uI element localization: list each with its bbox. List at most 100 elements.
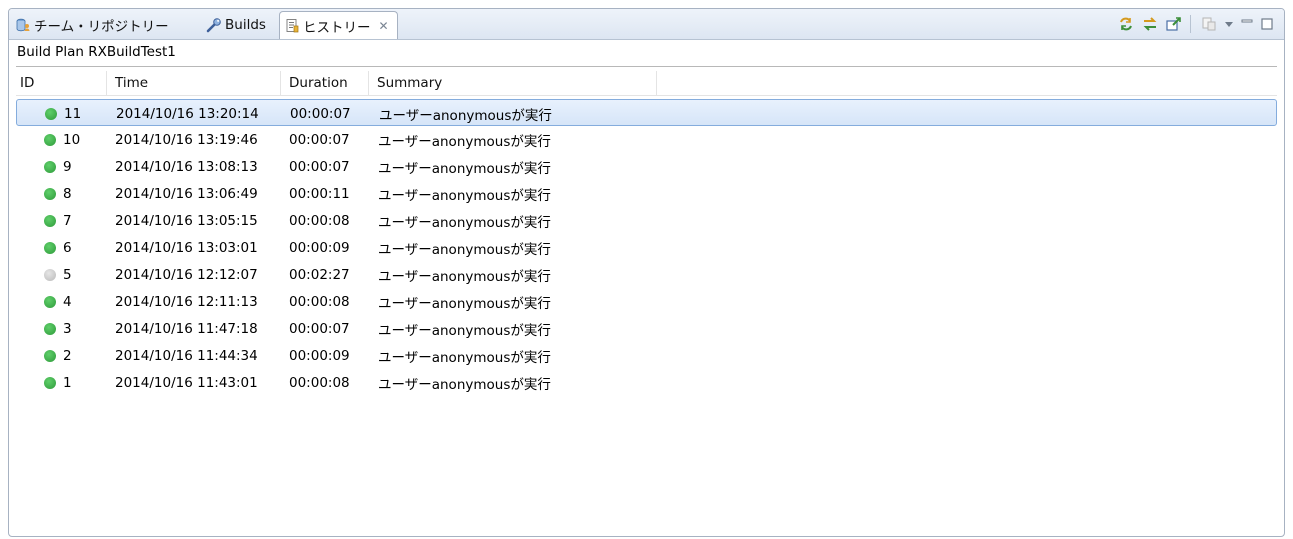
build-id: 11: [64, 105, 82, 122]
wrench-icon: [206, 17, 222, 33]
table-header: ID Time Duration Summary: [16, 71, 1277, 96]
cell-id: 1: [44, 369, 72, 396]
table-row[interactable]: 7 2014/10/16 13:05:15 00:00:08 ユーザーanonymou…: [16, 207, 1277, 234]
table-row[interactable]: 8 2014/10/16 13:06:49 00:00:11 ユーザーanonymou…: [16, 180, 1277, 207]
disabled-action-icon[interactable]: [1198, 14, 1220, 34]
build-plan-label: Build Plan RXBuildTest1: [17, 44, 176, 60]
cell-duration: 00:00:08: [289, 293, 350, 310]
build-success-icon: [44, 160, 56, 173]
history-table: ID Time Duration Summary 11 2014/10/16 13…: [16, 71, 1277, 532]
cell-summary: ユーザーanonymousが実行: [378, 187, 551, 204]
cell-id: 8: [44, 180, 72, 207]
history-icon: [284, 18, 300, 34]
table-row[interactable]: 1 2014/10/16 11:43:01 00:00:08 ユーザーanonymou…: [16, 369, 1277, 396]
cell-id: 7: [44, 207, 72, 234]
build-id: 9: [63, 158, 72, 175]
column-header-filler: [657, 71, 1277, 95]
sync-icon[interactable]: [1139, 14, 1161, 34]
cell-time: 2014/10/16 13:05:15: [115, 212, 258, 229]
cell-duration: 00:00:07: [290, 105, 351, 122]
cell-summary: ユーザーanonymousが実行: [378, 214, 551, 231]
build-id: 5: [63, 266, 72, 283]
export-icon[interactable]: [1163, 14, 1185, 34]
build-id: 3: [63, 320, 72, 337]
build-success-icon: [44, 133, 56, 146]
build-id: 7: [63, 212, 72, 229]
table-row[interactable]: 5 2014/10/16 12:12:07 00:02:27 ユーザーanonymou…: [16, 261, 1277, 288]
cell-time: 2014/10/16 13:06:49: [115, 185, 258, 202]
view-toolbar: [1113, 13, 1276, 35]
tab-builds[interactable]: Builds: [206, 11, 266, 38]
cell-summary: ユーザーanonymousが実行: [378, 268, 551, 285]
table-row[interactable]: 9 2014/10/16 13:08:13 00:00:07 ユーザーanonymou…: [16, 153, 1277, 180]
cell-id: 6: [44, 234, 72, 261]
cell-duration: 00:00:08: [289, 374, 350, 391]
cell-id: 11: [45, 100, 81, 127]
tab-label: チーム・リポジトリー: [34, 18, 169, 35]
build-success-icon: [44, 214, 56, 227]
build-success-icon: [44, 187, 56, 200]
build-id: 4: [63, 293, 72, 310]
build-success-icon: [44, 241, 56, 254]
cell-duration: 00:00:09: [289, 239, 350, 256]
column-header-duration[interactable]: Duration: [281, 71, 369, 95]
build-id: 6: [63, 239, 72, 256]
table-row[interactable]: 11 2014/10/16 13:20:14 00:00:07 ユーザーanonymo…: [16, 99, 1277, 126]
table-row[interactable]: 3 2014/10/16 11:47:18 00:00:07 ユーザーanonymou…: [16, 315, 1277, 342]
cell-duration: 00:02:27: [289, 266, 350, 283]
build-success-icon: [44, 322, 56, 335]
cell-summary: ユーザーanonymousが実行: [378, 241, 551, 258]
cell-id: 10: [44, 126, 80, 153]
cell-summary: ユーザーanonymousが実行: [379, 107, 552, 124]
cell-time: 2014/10/16 13:03:01: [115, 239, 258, 256]
build-id: 2: [63, 347, 72, 364]
cell-id: 9: [44, 153, 72, 180]
team-repository-icon: [15, 17, 31, 33]
cell-time: 2014/10/16 11:43:01: [115, 374, 258, 391]
tab-team-repository[interactable]: チーム・リポジトリー: [15, 11, 169, 38]
view-tab-bar: チーム・リポジトリー Builds ヒストリー ✕: [9, 9, 1284, 40]
cell-id: 2: [44, 342, 72, 369]
cell-duration: 00:00:07: [289, 131, 350, 148]
cell-time: 2014/10/16 12:11:13: [115, 293, 258, 310]
cell-id: 5: [44, 261, 72, 288]
cell-duration: 00:00:11: [289, 185, 350, 202]
cell-time: 2014/10/16 13:20:14: [116, 105, 259, 122]
cell-duration: 00:00:07: [289, 158, 350, 175]
build-success-icon: [44, 295, 56, 308]
build-history-view: チーム・リポジトリー Builds ヒストリー ✕ Build Plan RXB…: [8, 8, 1285, 537]
tab-history[interactable]: ヒストリー ✕: [279, 11, 398, 39]
cell-summary: ユーザーanonymousが実行: [378, 133, 551, 150]
close-icon[interactable]: ✕: [379, 19, 389, 33]
cell-id: 4: [44, 288, 72, 315]
column-header-id[interactable]: ID: [16, 71, 107, 95]
cell-time: 2014/10/16 13:19:46: [115, 131, 258, 148]
cell-id: 3: [44, 315, 72, 342]
maximize-icon[interactable]: [1258, 14, 1276, 34]
build-success-icon: [44, 349, 56, 362]
build-id: 8: [63, 185, 72, 202]
table-row[interactable]: 10 2014/10/16 13:19:46 00:00:07 ユーザーanonymo…: [16, 126, 1277, 153]
build-not-run-icon: [44, 268, 56, 281]
cell-summary: ユーザーanonymousが実行: [378, 376, 551, 393]
table-row[interactable]: 6 2014/10/16 13:03:01 00:00:09 ユーザーanonymou…: [16, 234, 1277, 261]
column-header-time[interactable]: Time: [107, 71, 281, 95]
tab-label: ヒストリー: [303, 19, 371, 36]
cell-duration: 00:00:08: [289, 212, 350, 229]
cell-duration: 00:00:09: [289, 347, 350, 364]
cell-time: 2014/10/16 12:12:07: [115, 266, 258, 283]
cell-time: 2014/10/16 13:08:13: [115, 158, 258, 175]
tab-label: Builds: [225, 16, 266, 33]
cell-summary: ユーザーanonymousが実行: [378, 349, 551, 366]
minimize-icon[interactable]: [1238, 14, 1256, 34]
refresh-icon[interactable]: [1115, 14, 1137, 34]
toolbar-separator: [1190, 15, 1191, 33]
table-row[interactable]: 4 2014/10/16 12:11:13 00:00:08 ユーザーanonymou…: [16, 288, 1277, 315]
table-body: 11 2014/10/16 13:20:14 00:00:07 ユーザーanonymo…: [16, 99, 1277, 396]
column-header-summary[interactable]: Summary: [369, 71, 657, 95]
cell-summary: ユーザーanonymousが実行: [378, 295, 551, 312]
build-id: 1: [63, 374, 72, 391]
view-menu-icon[interactable]: [1222, 14, 1236, 34]
table-row[interactable]: 2 2014/10/16 11:44:34 00:00:09 ユーザーanonymou…: [16, 342, 1277, 369]
divider: [16, 66, 1277, 67]
